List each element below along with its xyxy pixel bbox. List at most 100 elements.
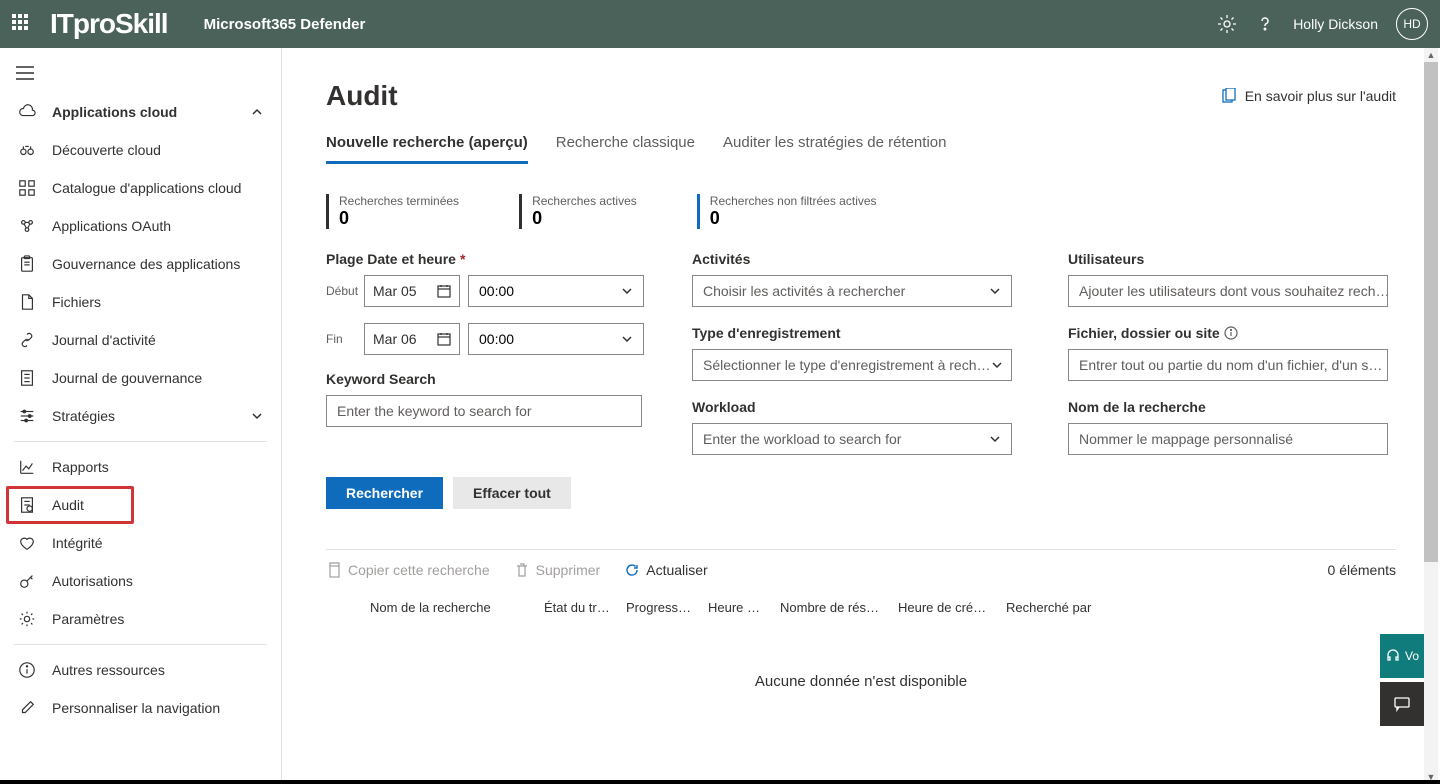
sidebar-item-decouverte[interactable]: Découverte cloud bbox=[0, 131, 281, 169]
results-toolbar: Copier cette recherche Supprimer Actuali… bbox=[326, 550, 1396, 590]
refresh-button[interactable]: Actualiser bbox=[624, 562, 707, 578]
page-title: Audit bbox=[326, 80, 398, 112]
key-icon bbox=[18, 572, 36, 590]
file-icon bbox=[18, 293, 36, 311]
copy-icon bbox=[326, 562, 342, 578]
clear-button[interactable]: Effacer tout bbox=[453, 477, 571, 509]
users-input[interactable]: Ajouter les utilisateurs dont vous souha… bbox=[1068, 275, 1388, 307]
learn-more-link[interactable]: En savoir plus sur l'audit bbox=[1221, 88, 1396, 104]
col-searched-by[interactable]: Recherché par bbox=[998, 600, 1198, 615]
col-name[interactable]: Nom de la recherche bbox=[326, 600, 536, 615]
sidebar-item-audit[interactable]: Audit bbox=[0, 486, 281, 524]
workload-select[interactable]: Enter the workload to search for bbox=[692, 423, 1012, 455]
oauth-icon bbox=[18, 217, 36, 235]
sidebar-item-journal-activite[interactable]: Journal d'activité bbox=[0, 321, 281, 359]
no-data-message: Aucune donnée n'est disponible bbox=[326, 673, 1396, 690]
search-name-input[interactable]: Nommer le mappage personnalisé bbox=[1068, 423, 1388, 455]
col-results[interactable]: Nombre de résultats bbox=[772, 600, 890, 615]
info-icon bbox=[1224, 326, 1238, 340]
scrollbar-thumb[interactable] bbox=[1424, 62, 1438, 562]
sidebar-label: Découverte cloud bbox=[52, 142, 161, 158]
stat-value: 0 bbox=[710, 208, 877, 229]
document-icon bbox=[18, 369, 36, 387]
trash-icon bbox=[514, 562, 530, 578]
tabs: Nouvelle recherche (aperçu) Recherche cl… bbox=[326, 134, 1396, 164]
gear-icon bbox=[18, 610, 36, 628]
col-created[interactable]: Heure de créati…↓ bbox=[890, 600, 998, 615]
file-input[interactable]: Entrer tout ou partie du nom d'un fichie… bbox=[1068, 349, 1388, 381]
chevron-down-icon bbox=[621, 333, 633, 345]
sidebar-label: Journal d'activité bbox=[52, 332, 156, 348]
sidebar-item-fichiers[interactable]: Fichiers bbox=[0, 283, 281, 321]
sidebar-item-parametres[interactable]: Paramètres bbox=[0, 600, 281, 638]
sidebar-item-catalogue[interactable]: Catalogue d'applications cloud bbox=[0, 169, 281, 207]
help-icon[interactable] bbox=[1255, 14, 1275, 34]
tab-retention[interactable]: Auditer les stratégies de rétention bbox=[723, 134, 946, 164]
keyword-label: Keyword Search bbox=[326, 371, 666, 387]
copy-search-button[interactable]: Copier cette recherche bbox=[326, 562, 490, 578]
search-button[interactable]: Rechercher bbox=[326, 477, 443, 509]
sidebar-item-applications-cloud[interactable]: Applications cloud bbox=[0, 93, 281, 131]
sidebar-item-autres[interactable]: Autres ressources bbox=[0, 651, 281, 689]
col-status[interactable]: État du travail bbox=[536, 600, 618, 615]
product-name: Microsoft365 Defender bbox=[204, 16, 366, 33]
tab-nouvelle-recherche[interactable]: Nouvelle recherche (aperçu) bbox=[326, 134, 528, 164]
sidebar-label: Applications OAuth bbox=[52, 218, 171, 234]
info-icon bbox=[18, 661, 36, 679]
sidebar-item-personnaliser[interactable]: Personnaliser la navigation bbox=[0, 689, 281, 727]
sidebar-label: Autres ressources bbox=[52, 662, 165, 678]
end-time-picker[interactable]: 00:00 bbox=[468, 323, 644, 355]
link-icon bbox=[18, 331, 36, 349]
sidebar-item-oauth[interactable]: Applications OAuth bbox=[0, 207, 281, 245]
sidebar-label: Audit bbox=[52, 497, 84, 513]
sidebar-item-integrite[interactable]: Intégrité bbox=[0, 524, 281, 562]
stat-label: Recherches actives bbox=[532, 194, 637, 208]
keyword-input[interactable]: Enter the keyword to search for bbox=[326, 395, 642, 427]
support-button[interactable]: Vo bbox=[1380, 634, 1424, 678]
tab-recherche-classique[interactable]: Recherche classique bbox=[556, 134, 695, 164]
search-form: Plage Date et heure* Début Mar 05 00:00 bbox=[326, 251, 1396, 455]
chevron-down-icon bbox=[621, 285, 633, 297]
audit-icon bbox=[18, 496, 36, 514]
stat-label: Recherches terminées bbox=[339, 194, 459, 208]
headset-icon bbox=[1385, 648, 1401, 664]
cloud-icon bbox=[18, 103, 36, 121]
refresh-icon bbox=[624, 562, 640, 578]
sidebar-label: Catalogue d'applications cloud bbox=[52, 180, 241, 196]
sidebar-item-rapports[interactable]: Rapports bbox=[0, 448, 281, 486]
search-name-label: Nom de la recherche bbox=[1068, 399, 1408, 415]
chevron-down-icon bbox=[251, 410, 263, 422]
start-label: Début bbox=[326, 284, 356, 298]
sidebar-item-strategies[interactable]: Stratégies bbox=[0, 397, 281, 435]
sidebar: Applications cloud Découverte cloud Cata… bbox=[0, 48, 282, 784]
binoculars-icon bbox=[18, 141, 36, 159]
scroll-up-arrow[interactable]: ▲ bbox=[1424, 48, 1438, 62]
col-progress[interactable]: Progressi… bbox=[618, 600, 700, 615]
stat-label: Recherches non filtrées actives bbox=[710, 194, 877, 208]
stat-active: Recherches actives 0 bbox=[519, 194, 637, 229]
record-type-select[interactable]: Sélectionner le type d'enregistrement à … bbox=[692, 349, 1012, 381]
start-time-picker[interactable]: 00:00 bbox=[468, 275, 644, 307]
clipboard-icon bbox=[18, 255, 36, 273]
delete-button[interactable]: Supprimer bbox=[514, 562, 601, 578]
sidebar-item-journal-gouvernance[interactable]: Journal de gouvernance bbox=[0, 359, 281, 397]
col-time[interactable]: Heure de… bbox=[700, 600, 772, 615]
sidebar-item-autorisations[interactable]: Autorisations bbox=[0, 562, 281, 600]
sidebar-item-gouvernance[interactable]: Gouvernance des applications bbox=[0, 245, 281, 283]
activities-select[interactable]: Choisir les activités à rechercher bbox=[692, 275, 1012, 307]
sidebar-toggle[interactable] bbox=[0, 58, 281, 93]
app-launcher-icon[interactable] bbox=[12, 14, 32, 34]
sidebar-label: Stratégies bbox=[52, 408, 115, 424]
sliders-icon bbox=[18, 407, 36, 425]
items-count: 0 éléments bbox=[1328, 562, 1396, 578]
heart-icon bbox=[18, 534, 36, 552]
stats-row: Recherches terminées 0 Recherches active… bbox=[326, 194, 1396, 229]
feedback-button[interactable] bbox=[1380, 682, 1424, 726]
start-date-picker[interactable]: Mar 05 bbox=[364, 275, 460, 307]
settings-icon[interactable] bbox=[1217, 14, 1237, 34]
bottom-bar bbox=[0, 780, 1440, 784]
table-header: Nom de la recherche État du travail Prog… bbox=[326, 590, 1396, 625]
user-avatar[interactable]: HD bbox=[1396, 8, 1428, 40]
end-date-picker[interactable]: Mar 06 bbox=[364, 323, 460, 355]
users-label: Utilisateurs bbox=[1068, 251, 1408, 267]
